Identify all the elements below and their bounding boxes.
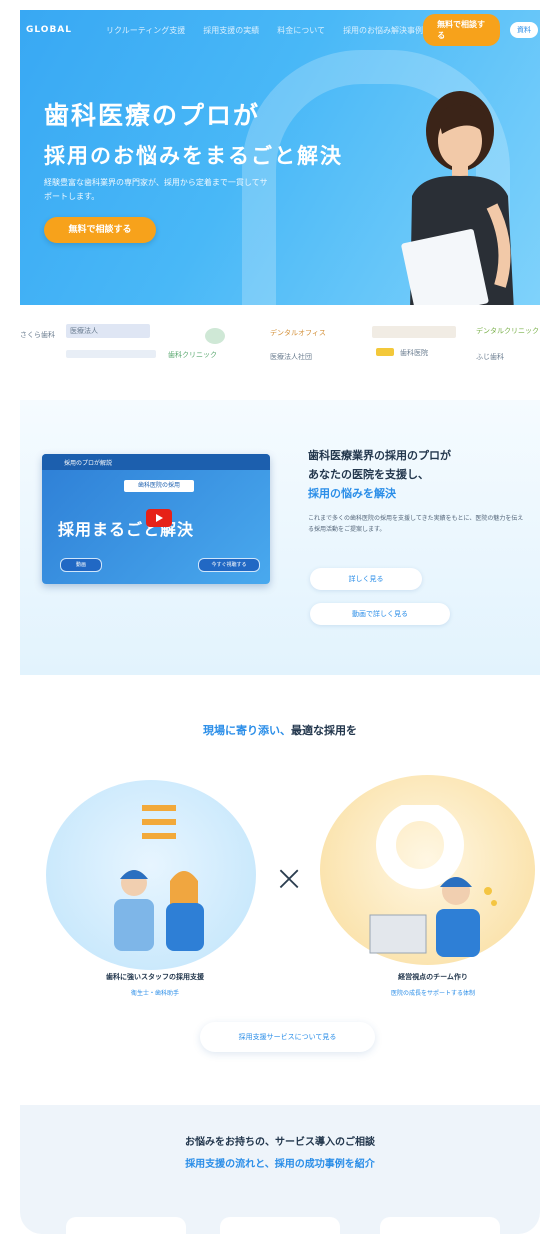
hero-title-line1: 歯科医療のプロが bbox=[44, 101, 261, 130]
video-thumbnail-pill-right: 今すぐ視聴する bbox=[198, 558, 260, 572]
value-title-text: 最適な採用を bbox=[291, 724, 357, 737]
video-thumbnail-headline: 採用まるごと解決 bbox=[58, 520, 195, 539]
client-logo-2 bbox=[66, 350, 156, 358]
video-thumbnail-pill-left: 動画 bbox=[60, 558, 102, 572]
client-logo-6 bbox=[372, 326, 456, 338]
video-thumbnail-bar-text: 採用のプロが解説 bbox=[64, 460, 113, 467]
video-title-highlight: 採用の悩みを解決 bbox=[308, 487, 396, 500]
video-detail-button[interactable]: 詳しく見る bbox=[310, 568, 422, 590]
consultation-subtitle: 採用支援の流れと、採用の成功事例を紹介 bbox=[185, 1159, 375, 1170]
nav-link-service[interactable]: リクルーティング支援 bbox=[106, 25, 185, 36]
client-logo-5-text: 医療法人社団 bbox=[270, 353, 312, 361]
hero-subtitle: 経験豊富な歯科業界の専門家が、採用から定着まで一貫してサポートします。 bbox=[44, 178, 268, 201]
hero-title-line2: 採用のお悩みをまるごと解決 bbox=[44, 144, 343, 168]
hero-consult-button[interactable]: 無料で相談する bbox=[44, 217, 156, 243]
video-thumbnail-bar: 採用のプロが解説 bbox=[42, 454, 270, 470]
client-logo-4-text: デンタルオフィス bbox=[270, 329, 326, 337]
nav-consult-button[interactable]: 無料で相談する bbox=[423, 14, 500, 46]
client-logo-leaf-icon bbox=[205, 328, 225, 344]
client-logo-1-text: 医療法人 bbox=[70, 327, 98, 335]
value-section-title: 現場に寄り添い、最適な採用を bbox=[20, 722, 540, 738]
consultation-card-2[interactable] bbox=[220, 1217, 340, 1234]
client-logo-7-mark bbox=[376, 348, 394, 356]
nav-link-results[interactable]: 採用支援の実績 bbox=[203, 25, 259, 36]
client-logo-3-text: 歯科クリニック bbox=[168, 351, 217, 359]
right-caption: 経営視点のチーム作り bbox=[398, 973, 468, 981]
page-frame: 歯科医療のプロが 採用のお悩みをまるごと解決 経験豊富な歯科業界の専門家が、採用… bbox=[20, 10, 540, 1234]
video-section: 採用のプロが解説 歯科医院の採用 採用まるごと解決 動画 今すぐ視聴する 歯科医… bbox=[20, 400, 540, 675]
nav-link-pricing[interactable]: 料金について bbox=[277, 25, 325, 36]
value-title-highlight: 現場に寄り添い、 bbox=[203, 724, 291, 737]
video-thumbnail[interactable]: 採用のプロが解説 歯科医院の採用 採用まるごと解決 動画 今すぐ視聴する bbox=[42, 454, 270, 584]
video-title-line1: 歯科医療業界の採用のプロが bbox=[308, 449, 451, 462]
video-description: これまで多くの歯科医院の採用を支援してきた実績をもとに、医院の魅力を伝える採用活… bbox=[308, 515, 524, 533]
video-title-line2: あなたの医院を支援し、 bbox=[308, 468, 429, 481]
staff-illustration bbox=[114, 805, 204, 951]
top-nav: GLOBAL リクルーティング支援 採用支援の実績 料金について 採用のお悩み解… bbox=[20, 10, 540, 50]
right-subcaption: 医院の成長をサポートする体制 bbox=[390, 990, 475, 997]
consultation-title: お悩みをお持ちの、サービス導入のご相談 bbox=[185, 1137, 375, 1148]
video-description-block: 歯科医療業界の採用のプロが あなたの医院を支援し、 採用の悩みを解決 これまで多… bbox=[308, 446, 528, 535]
management-illustration bbox=[369, 805, 497, 957]
staff-photo bbox=[401, 91, 514, 305]
service-detail-button[interactable]: 採用支援サービスについて見る bbox=[200, 1022, 375, 1052]
client-logo-8-text: デンタルクリニック bbox=[476, 327, 539, 335]
hero-section: 歯科医療のプロが 採用のお悩みをまるごと解決 経験豊富な歯科業界の専門家が、採用… bbox=[20, 10, 540, 305]
multiply-icon: × bbox=[274, 858, 305, 899]
left-caption: 歯科に強いスタッフの採用支援 bbox=[106, 973, 204, 981]
brand-logo[interactable]: GLOBAL bbox=[26, 25, 72, 35]
video-watch-button[interactable]: 動画で詳しく見る bbox=[310, 603, 450, 625]
nav-document-button[interactable]: 資料 bbox=[510, 22, 538, 38]
consultation-section: お悩みをお持ちの、サービス導入のご相談 採用支援の流れと、採用の成功事例を紹介 bbox=[20, 1105, 540, 1234]
hero-title: 歯科医療のプロが 採用のお悩みをまるごと解決 bbox=[44, 96, 343, 176]
video-title: 歯科医療業界の採用のプロが あなたの医院を支援し、 採用の悩みを解決 bbox=[308, 446, 528, 503]
nav-link-cases[interactable]: 採用のお悩み解決事例 bbox=[343, 25, 423, 36]
client-logos-strip: 医療法人 歯科クリニック デンタルオフィス 医療法人社団 歯科医院 デンタルクリ… bbox=[20, 310, 540, 390]
client-logo-0-text: さくら歯科 bbox=[20, 331, 55, 339]
consultation-card-1[interactable] bbox=[66, 1217, 186, 1234]
client-logo-9-text: ふじ歯科 bbox=[476, 353, 504, 361]
video-thumbnail-tag: 歯科医院の採用 bbox=[124, 480, 194, 492]
client-logo-7-text: 歯科医院 bbox=[400, 349, 428, 357]
consultation-card-3[interactable] bbox=[380, 1217, 500, 1234]
left-subcaption: 衛生士・歯科助手 bbox=[130, 990, 179, 997]
play-icon[interactable] bbox=[146, 509, 172, 527]
